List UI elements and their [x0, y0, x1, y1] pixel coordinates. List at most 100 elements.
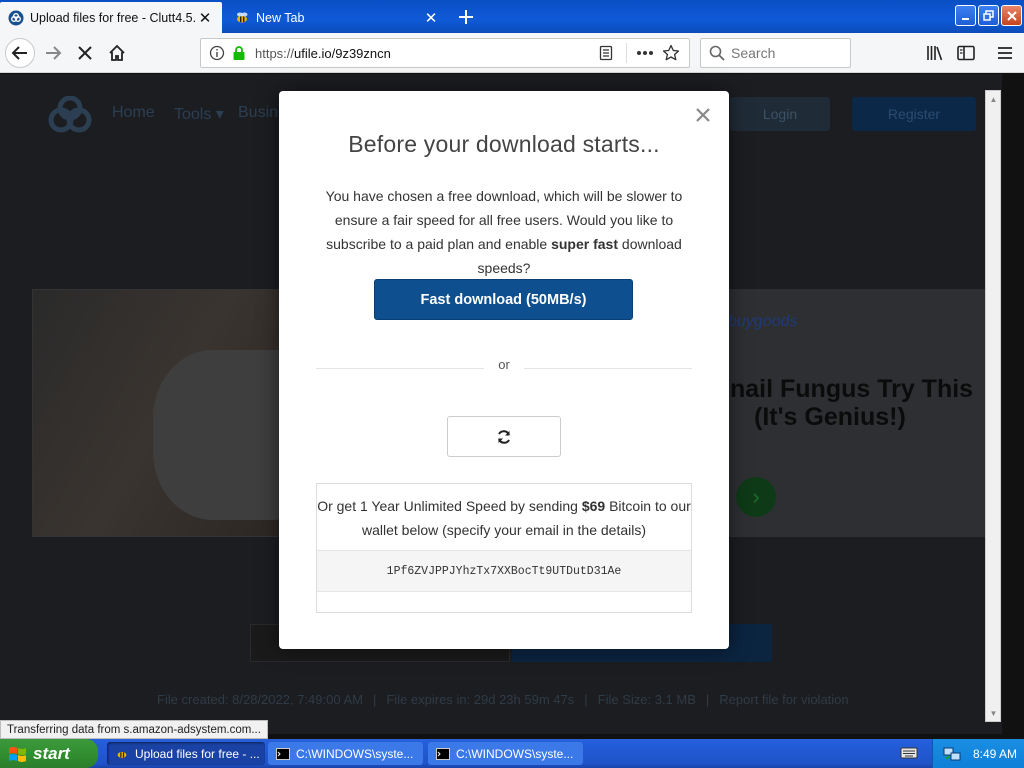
bitcoin-text: Or get 1 Year Unlimited Speed by sending… — [317, 494, 691, 542]
tab-close-icon[interactable]: ✕ — [196, 9, 214, 27]
window-close-button[interactable] — [1001, 5, 1022, 26]
home-button[interactable] — [102, 38, 132, 68]
fast-download-button[interactable]: Fast download (50MB/s) — [374, 279, 633, 320]
modal-description: You have chosen a free download, which w… — [309, 184, 699, 280]
sidebar-icon — [957, 45, 975, 61]
ad-headline-line: (It's Genius!) — [754, 403, 906, 431]
divider — [316, 368, 484, 369]
separator: | — [372, 692, 377, 707]
status-panel: Transferring data from s.amazon-adsystem… — [0, 720, 268, 739]
advertisement-image[interactable] — [32, 289, 303, 537]
divider — [524, 368, 692, 369]
stop-icon — [78, 46, 92, 60]
back-button[interactable] — [5, 38, 35, 68]
taskbar-item-cmd[interactable]: C:\WINDOWS\syste... — [428, 742, 583, 765]
task-label: C:\WINDOWS\syste... — [296, 746, 414, 761]
scroll-up-icon[interactable]: ▲ — [987, 92, 1000, 106]
bee-favicon-icon — [234, 10, 250, 26]
menu-button[interactable] — [990, 38, 1020, 68]
search-bar[interactable] — [700, 38, 851, 68]
desc-bold: super fast — [551, 236, 619, 252]
lock-icon[interactable] — [229, 43, 249, 63]
separator: | — [705, 692, 710, 707]
close-icon — [1006, 10, 1017, 21]
file-size: File Size: 3.1 MB — [597, 692, 696, 707]
site-nav-business[interactable]: Busin — [238, 104, 278, 122]
refresh-icon — [498, 429, 510, 444]
taskbar-item-firefox[interactable]: Upload files for free - ... — [107, 742, 265, 765]
forward-arrow-icon — [46, 46, 62, 60]
page-actions-icon[interactable] — [635, 43, 655, 63]
tab-ufile[interactable]: Upload files for free - Clutt4.5.exe - u… — [0, 2, 222, 33]
sidebar-button[interactable] — [951, 38, 981, 68]
minimize-button[interactable] — [955, 5, 976, 26]
bitcoin-wallet-address[interactable]: 1Pf6ZVJPPJYhzTx7XXBocTt9UTDutD31Ae — [317, 550, 691, 592]
forward-button[interactable] — [38, 38, 68, 68]
address-bar[interactable]: https://ufile.io/9z39zncn — [200, 38, 690, 68]
search-icon — [709, 45, 725, 61]
url-divider — [626, 43, 627, 63]
keyboard-icon[interactable] — [900, 746, 918, 760]
tab-new-tab[interactable]: New Tab ✕ — [226, 2, 448, 33]
url-host-path: ufile.io/9z39zncn — [294, 45, 391, 61]
ad-headline-line: nail Fungus Try This — [730, 375, 974, 403]
task-label: Upload files for free - ... — [135, 746, 260, 761]
taskbar: start Upload files for free - ... C:\WIN… — [0, 739, 1024, 768]
new-tab-button[interactable] — [452, 2, 480, 31]
site-nav-home[interactable]: Home — [112, 104, 155, 122]
file-created: File created: 8/28/2022, 7:49:00 AM — [157, 692, 363, 707]
restore-icon — [983, 10, 994, 21]
close-icon — [696, 108, 710, 122]
ad-brand: buygoods — [728, 313, 798, 330]
stop-button[interactable] — [70, 38, 100, 68]
system-tray: 8:49 AM — [932, 739, 1024, 768]
network-icon[interactable] — [943, 746, 961, 762]
windows-logo-icon — [9, 746, 26, 762]
library-button[interactable] — [920, 38, 950, 68]
console-icon — [276, 747, 290, 761]
tab-title: Upload files for free - Clutt4.5.exe - u… — [30, 10, 196, 25]
captcha-refresh-button[interactable] — [447, 416, 561, 457]
info-icon[interactable] — [207, 43, 227, 63]
url-text[interactable]: https://ufile.io/9z39zncn — [255, 46, 590, 61]
register-button[interactable]: Register — [852, 97, 976, 131]
home-icon — [109, 44, 125, 61]
site-nav-tools[interactable]: Tools ▾ — [174, 104, 224, 124]
separator: | — [584, 692, 588, 707]
login-button[interactable]: Login — [730, 97, 830, 131]
search-input[interactable] — [731, 45, 841, 61]
tab-close-icon[interactable]: ✕ — [422, 9, 440, 27]
or-separator: or — [498, 357, 510, 372]
start-button[interactable]: start — [0, 739, 98, 768]
restore-button[interactable] — [978, 5, 999, 26]
library-icon — [927, 46, 943, 61]
advertisement-banner[interactable]: buygoods nail Fungus Try This (It's Geni… — [700, 289, 985, 537]
plus-icon — [459, 9, 473, 24]
page-scrollbar[interactable]: ▲ ▼ — [985, 90, 1001, 722]
modal-title: Before your download starts... — [348, 131, 660, 157]
console-icon — [436, 747, 450, 761]
btc-text-part: Or get 1 Year Unlimited Speed by sending — [317, 498, 582, 514]
reader-view-icon[interactable] — [596, 43, 616, 63]
file-info-bar: File created: 8/28/2022, 7:49:00 AM | File… — [157, 692, 849, 707]
hamburger-menu-icon — [998, 47, 1012, 59]
modal-close-button[interactable] — [691, 103, 715, 127]
scroll-down-icon[interactable]: ▼ — [987, 706, 1000, 720]
url-scheme: https:// — [255, 45, 295, 61]
ad-headline: nail Fungus Try This (It's Genius!) — [730, 375, 973, 431]
file-expires: File expires in: 29d 23h 59m 47s — [386, 692, 575, 707]
minimize-icon — [961, 17, 969, 20]
bee-icon — [115, 747, 129, 761]
report-link[interactable]: Report file for violation — [719, 692, 848, 707]
taskbar-item-cmd[interactable]: C:\WINDOWS\syste... — [268, 742, 423, 765]
bookmark-star-icon[interactable] — [661, 43, 681, 63]
ad-arrow-icon[interactable]: › — [736, 477, 776, 517]
bitcoin-payment-box: Or get 1 Year Unlimited Speed by sending… — [316, 483, 692, 613]
tab-strip: Upload files for free - Clutt4.5.exe - u… — [0, 0, 1024, 33]
tab-title: New Tab — [256, 10, 305, 25]
task-label: C:\WINDOWS\syste... — [456, 746, 574, 761]
ufile-favicon-icon — [8, 10, 24, 26]
ufile-logo-icon[interactable] — [46, 96, 94, 136]
start-label: start — [33, 743, 70, 763]
navigation-toolbar: https://ufile.io/9z39zncn — [0, 33, 1024, 73]
